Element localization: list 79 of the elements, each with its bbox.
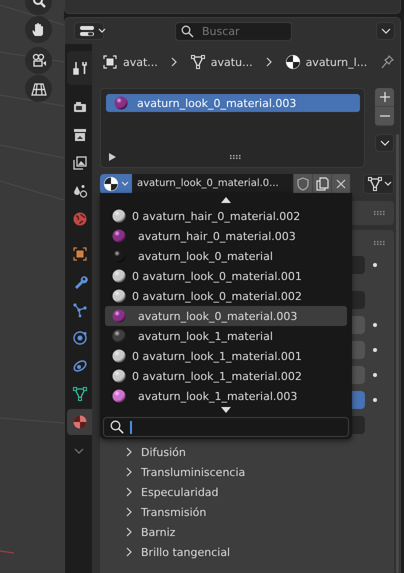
search-icon bbox=[181, 24, 194, 38]
menu-item[interactable]: avaturn_hair_0_material.003 bbox=[105, 226, 347, 246]
drops-icon bbox=[72, 183, 88, 199]
orbit-icon bbox=[72, 330, 88, 346]
keyframe-dot[interactable] bbox=[373, 348, 377, 352]
grid-icon bbox=[30, 80, 46, 96]
grip-icon[interactable] bbox=[374, 241, 386, 245]
camera-icon bbox=[72, 99, 88, 115]
shield-icon bbox=[297, 177, 309, 191]
object-icon bbox=[102, 54, 118, 70]
chevron-icon bbox=[170, 57, 178, 67]
close-icon bbox=[336, 179, 346, 189]
menu-item[interactable]: avaturn_look_1_material.003 bbox=[105, 386, 347, 406]
keyframe-dot[interactable] bbox=[373, 323, 377, 327]
properties-tab[interactable] bbox=[67, 51, 92, 85]
printer-icon bbox=[72, 127, 88, 143]
material-name-field[interactable]: avaturn_look_0_material.0... bbox=[132, 174, 293, 194]
caret-icon bbox=[98, 28, 106, 34]
menu-item[interactable]: 0 avaturn_look_1_material.002 bbox=[105, 366, 347, 386]
breadcrumb-item[interactable]: avat... bbox=[123, 56, 158, 68]
link-mode-button[interactable] bbox=[363, 174, 394, 194]
search-icon bbox=[110, 420, 124, 434]
link-icon bbox=[72, 358, 88, 374]
chevron-icon bbox=[380, 28, 390, 34]
grip-icon[interactable] bbox=[230, 155, 242, 159]
menu-item[interactable]: 0 avaturn_look_0_material.001 bbox=[105, 266, 347, 286]
globe-icon bbox=[72, 211, 88, 227]
editor-type-button[interactable] bbox=[74, 22, 104, 40]
subpanel-header[interactable]: Brillo tangencial bbox=[100, 542, 394, 562]
subpanel-header[interactable]: Transluminiscencia bbox=[100, 462, 394, 482]
caret-icon bbox=[384, 181, 392, 187]
options-button[interactable] bbox=[376, 22, 395, 40]
material-slot[interactable]: avaturn_look_0_material.003 bbox=[106, 94, 360, 112]
browse-material-button[interactable] bbox=[100, 174, 132, 194]
search-field[interactable]: Buscar bbox=[175, 22, 292, 40]
keyframe-dot[interactable] bbox=[373, 263, 377, 267]
scroll-down-icon[interactable] bbox=[221, 407, 231, 413]
chevron-icon bbox=[266, 57, 273, 67]
caret-icon bbox=[121, 181, 129, 187]
keyframe-dot[interactable] bbox=[373, 373, 377, 377]
filter-field[interactable] bbox=[103, 417, 349, 437]
images-icon bbox=[72, 155, 88, 171]
add-button[interactable] bbox=[375, 88, 394, 107]
mesh-icon bbox=[190, 54, 206, 70]
breadcrumb-item[interactable]: avaturn_l... bbox=[306, 56, 368, 68]
menu-item[interactable]: avaturn_look_0_material.003 bbox=[105, 306, 347, 326]
menu-item[interactable]: 0 avaturn_look_1_material.001 bbox=[105, 346, 347, 366]
scroll-up-icon[interactable] bbox=[221, 197, 231, 203]
mesh-icon bbox=[367, 176, 383, 192]
pin-icon[interactable] bbox=[380, 55, 394, 69]
menu-item[interactable]: avaturn_look_1_material bbox=[105, 326, 347, 346]
specials-button[interactable] bbox=[375, 134, 394, 152]
triangle-icon bbox=[72, 386, 88, 402]
subpanel-header[interactable]: Difusión bbox=[100, 442, 394, 462]
grip-icon[interactable] bbox=[374, 211, 386, 215]
menu-item[interactable]: 0 avaturn_look_0_material.002 bbox=[105, 286, 347, 306]
fake-user-button[interactable] bbox=[293, 174, 312, 194]
copy-icon bbox=[316, 177, 328, 191]
subpanel-header[interactable]: Especularidad bbox=[100, 482, 394, 502]
keyframe-dot[interactable] bbox=[373, 398, 377, 402]
plus-icon bbox=[380, 92, 390, 102]
tool-icon bbox=[72, 60, 88, 76]
unlink-button[interactable] bbox=[331, 174, 350, 194]
material-icon bbox=[284, 54, 301, 70]
menu-item[interactable]: avaturn_look_0_material bbox=[105, 246, 347, 266]
toggle-icon bbox=[79, 25, 95, 37]
sphere-icon bbox=[72, 414, 88, 430]
chevron-icon bbox=[380, 140, 390, 146]
chevron-icon[interactable] bbox=[74, 448, 84, 454]
subpanel-header[interactable]: Transmisión bbox=[100, 502, 394, 522]
breadcrumb-item[interactable]: avatu... bbox=[210, 56, 253, 68]
menu-item[interactable]: 0 avaturn_hair_0_material.002 bbox=[105, 206, 347, 226]
expand-icon[interactable] bbox=[109, 153, 116, 161]
camera-icon bbox=[30, 52, 46, 68]
duplicate-button[interactable] bbox=[312, 174, 331, 194]
square-icon bbox=[72, 246, 88, 262]
material-icon bbox=[103, 176, 119, 192]
nodes-icon bbox=[72, 302, 88, 318]
subpanel-header[interactable]: Barniz bbox=[100, 522, 394, 542]
